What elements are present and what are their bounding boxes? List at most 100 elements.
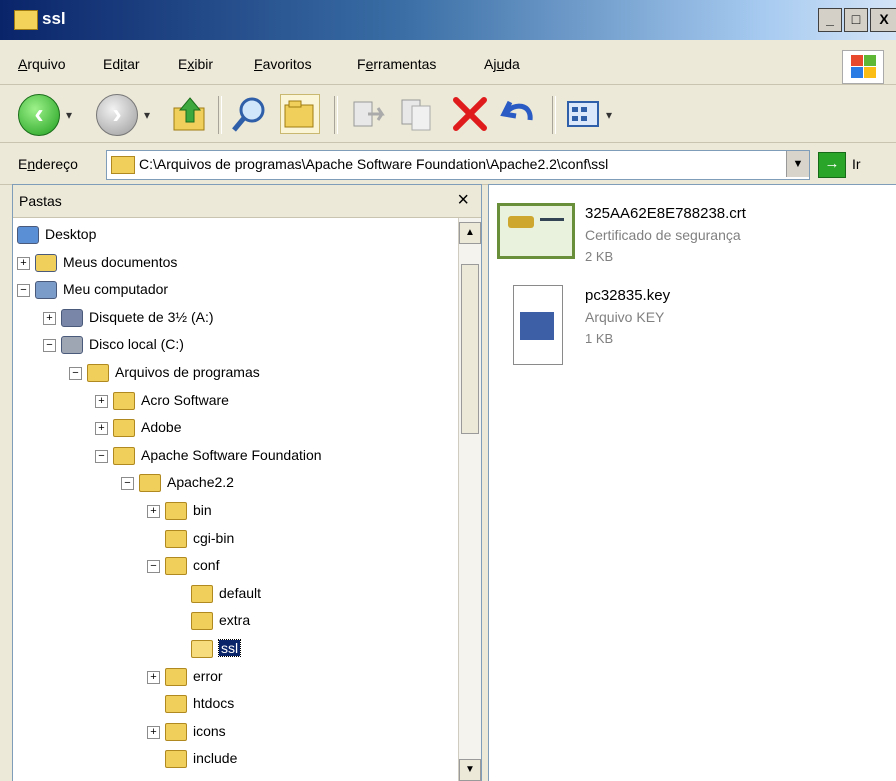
- folder-icon: [113, 391, 135, 410]
- move-glyph: [353, 101, 385, 127]
- delete-icon[interactable]: [450, 94, 490, 134]
- certificate-icon: [497, 203, 575, 259]
- up-folder-icon[interactable]: [170, 94, 210, 134]
- expand-icon[interactable]: +: [17, 256, 30, 270]
- folders-icon[interactable]: [280, 94, 320, 134]
- file-size: 2 KB: [585, 249, 614, 264]
- menu-ajuda[interactable]: Ajuda: [484, 56, 520, 72]
- expand-icon[interactable]: +: [95, 394, 108, 408]
- folders-pane-title: Pastas: [19, 193, 62, 209]
- close-button[interactable]: X: [870, 8, 896, 32]
- tree-item-label: error: [193, 667, 223, 684]
- folders-pane-header: Pastas ×: [13, 185, 481, 218]
- tree-item-label: Meus documentos: [63, 253, 178, 270]
- menu-text: F: [357, 56, 366, 72]
- toolbar-separator: [218, 96, 222, 134]
- copy-glyph: [401, 99, 431, 131]
- folder-icon: [139, 474, 161, 493]
- folder-icon: [165, 502, 187, 520]
- search-icon[interactable]: [230, 94, 270, 134]
- file-list-pane: 325AA62E8E788238.crt Certificado de segu…: [488, 184, 896, 781]
- file-item[interactable]: pc32835.key Arquivo KEY 1 KB: [497, 285, 887, 365]
- file-size: 1 KB: [585, 331, 614, 346]
- menu-favoritos[interactable]: Favoritos: [254, 56, 312, 72]
- expand-icon[interactable]: +: [147, 505, 160, 518]
- back-glyph: ‹: [34, 98, 44, 129]
- tree-item-label: extra: [219, 612, 251, 629]
- expand-icon[interactable]: +: [147, 725, 160, 739]
- address-path: C:\Arquivos de programas\Apache Software…: [139, 156, 609, 172]
- title-bar[interactable]: ssl _ □ X: [0, 0, 896, 40]
- go-button-label[interactable]: Ir: [852, 156, 861, 172]
- my-documents-icon: [35, 253, 57, 272]
- folders-pane: Pastas × Desktop + Meus documentos − Meu com…: [12, 184, 482, 781]
- scroll-thumb[interactable]: [461, 264, 479, 434]
- tree-item-label: icons: [193, 722, 226, 739]
- back-dropdown-icon[interactable]: ▾: [66, 108, 72, 122]
- scroll-up-icon[interactable]: ▲: [459, 222, 481, 244]
- views-icon[interactable]: [564, 94, 604, 134]
- collapse-icon[interactable]: −: [69, 367, 82, 380]
- scroll-down-icon[interactable]: ▼: [459, 759, 481, 781]
- tree-item-label: Apache2.2: [167, 474, 234, 491]
- maximize-button[interactable]: □: [844, 8, 868, 32]
- toolbar: ‹ ▾ › ▾ ▾: [0, 86, 896, 143]
- folder-icon: [165, 529, 187, 548]
- search-glyph: [232, 97, 265, 132]
- my-computer-icon: [35, 281, 57, 300]
- folder-icon: [14, 10, 38, 30]
- forward-dropdown-icon[interactable]: ▾: [144, 108, 150, 122]
- file-item[interactable]: 325AA62E8E788238.crt Certificado de segu…: [497, 203, 887, 283]
- menu-ferramentas[interactable]: Ferramentas: [357, 56, 436, 72]
- tree-item-label: Acro Software: [141, 391, 229, 408]
- forward-glyph: ›: [112, 98, 122, 129]
- tree-item-label: bin: [193, 502, 212, 518]
- delete-glyph: [453, 97, 487, 131]
- toolbar-separator: [334, 96, 338, 134]
- expand-icon[interactable]: +: [147, 670, 160, 684]
- menu-mnemonic: A: [18, 56, 28, 72]
- toolbar-separator: [552, 96, 556, 134]
- undo-icon[interactable]: [500, 94, 540, 134]
- folder-icon: [165, 722, 187, 741]
- menu-text: E: [178, 56, 188, 72]
- collapse-icon[interactable]: −: [95, 449, 108, 463]
- collapse-icon[interactable]: −: [147, 560, 160, 574]
- tree-item-label: Arquivos de programas: [115, 364, 260, 380]
- menu-editar[interactable]: Editar: [103, 56, 140, 72]
- forward-arrow-icon[interactable]: ›: [96, 94, 138, 136]
- folder-icon: [165, 667, 187, 686]
- collapse-icon[interactable]: −: [43, 339, 56, 353]
- views-dropdown-icon[interactable]: ▾: [606, 108, 612, 122]
- address-input[interactable]: C:\Arquivos de programas\Apache Software…: [106, 150, 810, 180]
- close-icon[interactable]: ×: [457, 189, 469, 212]
- windows-logo-icon: [842, 50, 884, 84]
- folder-icon: [113, 419, 135, 438]
- collapse-icon[interactable]: −: [121, 477, 134, 491]
- tree-item-label: default: [219, 584, 262, 601]
- menu-text: rramentas: [373, 56, 437, 72]
- file-type: Certificado de segurança: [585, 227, 741, 243]
- menu-text: Ed: [103, 56, 121, 72]
- folders-glyph: [284, 100, 314, 128]
- collapse-icon[interactable]: −: [17, 284, 30, 298]
- open-folder-icon: [191, 640, 213, 658]
- address-label: Endereço: [18, 156, 78, 172]
- move-to-icon[interactable]: [348, 94, 388, 134]
- vertical-scrollbar[interactable]: ▲ ▼: [458, 218, 481, 781]
- minimize-button[interactable]: _: [818, 8, 842, 32]
- expand-icon[interactable]: +: [43, 311, 56, 325]
- tree-item-label: ssl: [217, 639, 242, 657]
- menu-arquivo[interactable]: Arquivo: [18, 56, 65, 72]
- copy-to-icon[interactable]: [398, 94, 438, 134]
- back-arrow-icon[interactable]: ‹: [18, 94, 60, 136]
- expand-icon[interactable]: +: [95, 422, 108, 436]
- tree-item-label: Disco local (C:): [89, 336, 184, 353]
- menu-exibir[interactable]: Exibir: [178, 56, 213, 72]
- menu-mnemonic: F: [254, 56, 263, 72]
- go-arrow-icon[interactable]: →: [818, 152, 846, 178]
- address-dropdown-icon[interactable]: ▼: [786, 151, 809, 177]
- up-folder-glyph: [173, 97, 205, 131]
- undo-glyph: [500, 100, 533, 121]
- folder-icon: [191, 612, 213, 631]
